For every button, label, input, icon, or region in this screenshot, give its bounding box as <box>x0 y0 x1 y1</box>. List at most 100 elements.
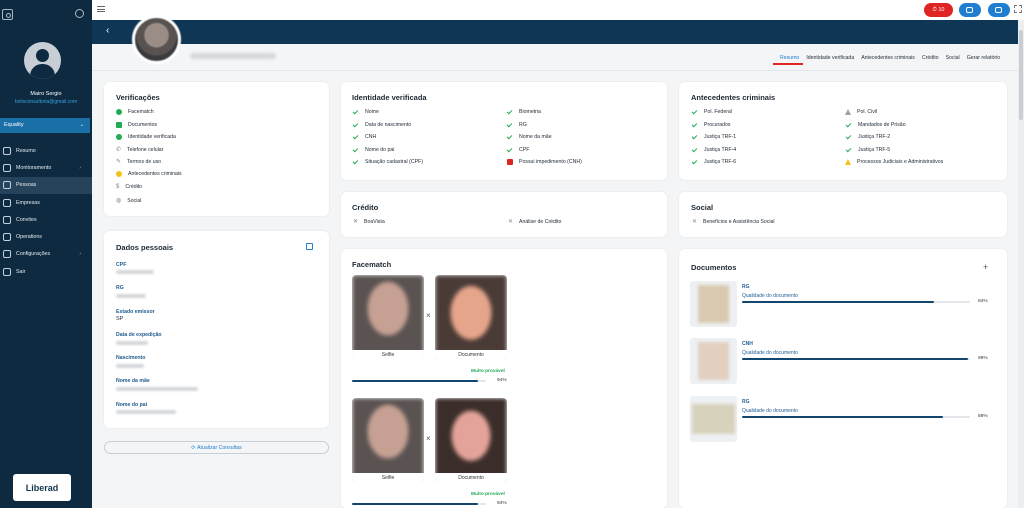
document-icon <box>995 7 1002 13</box>
tab-antecedentes[interactable]: Antecedentes criminais <box>861 55 915 65</box>
field-value-estado: SP <box>116 316 124 322</box>
identidade-item: RG <box>519 122 527 128</box>
dollar-icon: $ <box>116 184 120 190</box>
sidebar-top <box>0 9 92 22</box>
logout-icon <box>3 267 11 276</box>
check-icon <box>691 121 698 127</box>
document-quality-bar <box>742 416 970 418</box>
facematch-percent: 94% <box>497 378 507 383</box>
brand-logo: Liberad <box>13 474 71 501</box>
tab-social[interactable]: Social <box>946 55 960 65</box>
dados-pessoais-title: Dados pessoais <box>116 243 174 252</box>
sidebar-item-label: Convites <box>16 216 37 223</box>
check-icon <box>691 146 698 152</box>
sidebar-item-convites[interactable]: Convites <box>0 211 92 228</box>
add-user-button[interactable] <box>959 3 981 17</box>
social-title: Social <box>691 203 714 212</box>
field-label-cpf: CPF <box>116 262 127 268</box>
facematch-result: Muito provável <box>471 369 505 374</box>
user-name: Mairo Sergio <box>30 91 62 97</box>
alerts-button[interactable]: ⏱ 10 <box>924 3 953 17</box>
documents-button[interactable] <box>988 3 1010 17</box>
scrollbar-thumb[interactable] <box>1019 30 1023 120</box>
document-item[interactable]: RG Qualidade do documento 84% <box>690 281 990 327</box>
document-item[interactable]: CNH Qualidade do documento 99% <box>690 338 990 384</box>
sidebar-item-resumo[interactable]: Resumo <box>0 142 92 159</box>
document-thumbnail <box>690 396 737 442</box>
facematch-title: Facematch <box>352 260 392 269</box>
divider <box>92 70 1018 71</box>
document-item[interactable]: RG Qualidade do documento 88% <box>690 396 990 442</box>
verificacao-item: Facematch <box>128 109 154 115</box>
document-quality-percent: 99% <box>978 356 988 361</box>
face-blurred <box>352 275 424 359</box>
x-icon: ✕ <box>508 219 514 225</box>
sidebar-nav: Resumo Monitoramento › Pessoas Empresas C… <box>0 142 92 280</box>
check-icon <box>352 158 359 164</box>
back-arrow-icon[interactable]: ‹ <box>106 25 109 36</box>
document-quality-label: Qualidade do documento <box>742 350 798 356</box>
document-type: RG <box>742 399 750 405</box>
gear-icon <box>3 250 11 259</box>
verificacao-item: Social <box>127 197 142 204</box>
identidade-item: Possui impedimento (CNH) <box>519 159 582 165</box>
document-quality-percent: 88% <box>978 414 988 419</box>
field-label-rg: RG <box>116 285 124 291</box>
clock-icon <box>3 146 11 155</box>
verificacao-item: Crédito <box>125 184 143 190</box>
sidebar-item-operations[interactable]: Operations <box>0 228 92 245</box>
identidade-item: Nome da mãe <box>519 134 552 140</box>
sidebar-item-label: Operations <box>16 234 42 241</box>
chevron-right-icon: › <box>79 164 81 171</box>
profile-header: ‹ <box>92 20 1018 44</box>
check-icon <box>691 158 698 164</box>
document-quality-label: Qualidade do documento <box>742 408 798 414</box>
identidade-item: Biometria <box>519 109 541 115</box>
tab-credito[interactable]: Crédito <box>922 55 939 65</box>
antecedentes-title: Antecedentes criminais <box>691 93 776 102</box>
scrollbar[interactable] <box>1018 20 1024 508</box>
social-card <box>679 192 1007 237</box>
sidebar-item-monitoramento[interactable]: Monitoramento › <box>0 159 92 176</box>
building-icon <box>3 198 11 207</box>
antecedentes-item: Procurados <box>704 122 731 128</box>
globe-icon <box>3 163 11 172</box>
add-document-icon[interactable]: + <box>983 262 988 272</box>
verificacao-item: Documentos <box>128 122 158 128</box>
power-icon[interactable] <box>75 9 84 18</box>
field-label-expedicao: Data de expedição <box>116 332 162 338</box>
badge-warning-icon <box>116 171 122 177</box>
sidebar-item-configuracoes[interactable]: Configurações › <box>0 246 92 263</box>
sidebar: Mairo Sergio bolisconsultoria@gmail.com … <box>0 0 92 508</box>
sidebar-item-pessoas[interactable]: Pessoas <box>0 176 92 194</box>
antecedentes-item: Pol. Civil <box>857 109 878 115</box>
check-icon <box>506 133 513 139</box>
social-item: Benefícios e Assistência Social <box>703 218 775 225</box>
update-consultas-label: Atualizar Consultas <box>197 444 242 451</box>
field-label-mae: Nome da mãe <box>116 378 150 384</box>
dados-pessoais-card <box>104 231 329 428</box>
sidebar-item-sair[interactable]: Sair <box>0 263 92 280</box>
expand-icon[interactable] <box>1014 5 1022 13</box>
company-select[interactable]: Equality ⌄ <box>0 118 90 133</box>
scan-icon[interactable] <box>2 9 13 20</box>
verificacoes-title: Verificações <box>116 93 160 102</box>
verificacao-item: Identidade verificada <box>128 134 176 140</box>
identidade-item: Nome <box>365 109 379 115</box>
sidebar-item-label: Monitoramento <box>16 164 52 171</box>
update-consultas-button[interactable]: ⟳ Atualizar Consultas <box>104 441 329 454</box>
check-icon <box>845 146 852 152</box>
edit-icon[interactable] <box>306 243 313 250</box>
check-icon <box>506 121 513 127</box>
check-icon <box>845 121 852 127</box>
tab-gerar-relatorio[interactable]: Gerar relatório <box>967 55 1000 65</box>
field-label-estado: Estado emissor <box>116 309 155 315</box>
compare-x-icon: × <box>426 311 431 320</box>
menu-icon[interactable] <box>97 6 105 12</box>
facematch-icon <box>116 109 122 115</box>
sidebar-item-empresas[interactable]: Empresas <box>0 194 92 211</box>
people-icon <box>3 181 11 190</box>
tab-identidade[interactable]: Identidade verificada <box>806 55 854 65</box>
document-image: Documento <box>435 275 507 359</box>
chevron-down-icon: ⌄ <box>79 122 84 128</box>
